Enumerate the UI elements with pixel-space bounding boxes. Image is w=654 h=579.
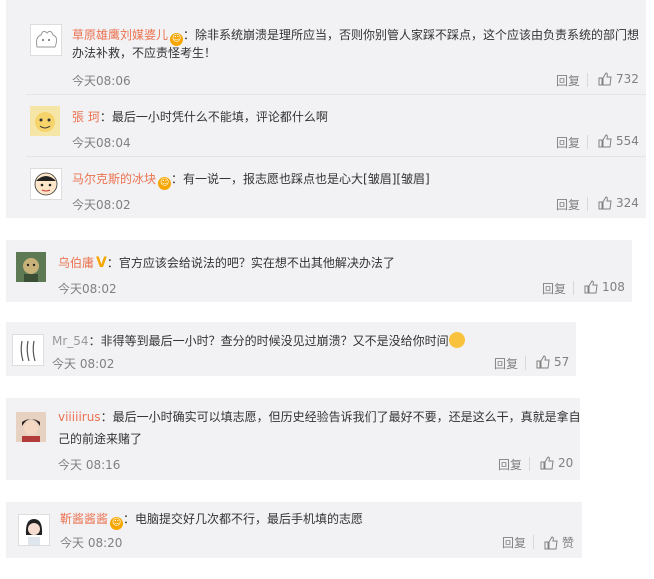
member-badge-icon: ☺ [158, 177, 172, 190]
reply-button[interactable]: 回复 [556, 134, 580, 151]
divider [26, 156, 646, 157]
comment-body: ：官方应该会给说法的吧？实在想不出其他解决办法了 [106, 256, 395, 270]
username-link[interactable]: 草原雄鹰刘媒婆儿 [72, 28, 168, 42]
like-count: 20 [558, 456, 574, 470]
reply-button[interactable]: 回复 [556, 196, 580, 213]
like-button[interactable]: 554 [598, 134, 639, 148]
username-link[interactable]: viiiiirus [58, 410, 101, 424]
avatar[interactable] [12, 334, 44, 366]
comment-body: ：最后一小时凭什么不能填，评论都什么啊 [99, 110, 328, 124]
thumbs-up-icon [598, 196, 612, 210]
username-link[interactable]: 马尔克斯的冰块 [72, 172, 156, 186]
comment-card: 乌伯庸 V：官方应该会给说法的吧？实在想不出其他解决办法了 今天08:02 回复 … [6, 240, 632, 302]
reply-button[interactable]: 回复 [556, 72, 580, 89]
timestamp: 今天08:04 [72, 136, 131, 150]
comment-body: ：有一说一，报志愿也踩点也是心大[皱眉][皱眉] [171, 172, 430, 186]
comment-card: 靳酱酱酱 ☺ ：电脑提交好几次都不行，最后手机填的志愿 今天 08:20 回复 赞 [6, 502, 582, 558]
comment-card: Mr_54：非得等到最后一小时？查分的时候没见过崩溃？又不是没给你时间 今天 0… [6, 322, 576, 376]
thumbs-up-icon [540, 456, 554, 470]
username-link[interactable]: 乌伯庸 [58, 256, 94, 270]
avatar[interactable] [16, 412, 46, 442]
timestamp: 今天08:06 [72, 74, 131, 88]
comment-card: viiiiirus：最后一小时确实可以填志愿，但历史经验告诉我们了最好不要，还是… [6, 398, 581, 480]
username-link[interactable]: Mr_54 [52, 334, 89, 348]
divider [587, 135, 588, 149]
like-button[interactable]: 20 [540, 456, 573, 470]
comment-body: ：最后一小时确实可以填志愿，但历史经验告诉我们了最好不要，还是这么干，真就是拿自 [100, 410, 581, 424]
divider [525, 356, 526, 370]
like-count: 554 [616, 134, 639, 148]
member-badge-icon: ☺ [110, 517, 124, 530]
comment-text: 靳酱酱酱 ☺ ：电脑提交好几次都不行，最后手机填的志愿 [60, 510, 363, 530]
like-button[interactable]: 赞 [544, 534, 574, 551]
like-count: 57 [554, 355, 570, 369]
username-link[interactable]: 張 珂 [72, 110, 100, 124]
avatar[interactable] [16, 252, 46, 282]
comment-text: 乌伯庸 V：官方应该会给说法的吧？实在想不出其他解决办法了 [58, 254, 395, 272]
like-count: 108 [602, 280, 625, 294]
avatar[interactable] [30, 106, 60, 136]
like-count: 赞 [562, 536, 575, 550]
timestamp: 今天 08:20 [60, 536, 123, 550]
like-button[interactable]: 324 [598, 196, 639, 210]
verified-v-icon: V [96, 255, 107, 271]
thumbs-up-icon [598, 72, 612, 86]
comment-body-continued: 办法补救，不应责怪考生！ [72, 46, 217, 60]
timestamp: 今天 08:02 [52, 357, 115, 371]
like-button[interactable]: 108 [584, 280, 625, 294]
thumbs-up-icon [536, 355, 550, 369]
divider [533, 535, 534, 549]
comment-text: viiiiirus：最后一小时确实可以填志愿，但历史经验告诉我们了最好不要，还是… [58, 408, 581, 426]
like-count: 324 [616, 196, 639, 210]
thumbs-up-icon [598, 134, 612, 148]
divider [587, 197, 588, 211]
timestamp: 今天 08:16 [58, 458, 121, 472]
smile-emoji-icon [448, 332, 465, 348]
comment-body: ：除非系统崩溃是理所应当，否则你别管人家踩不踩点，这个应该由负责系统的部门想 [183, 28, 640, 42]
reply-button[interactable]: 回复 [494, 355, 518, 372]
like-button[interactable]: 57 [536, 355, 569, 369]
thumbs-up-icon [584, 280, 598, 294]
timestamp: 今天08:02 [58, 282, 117, 296]
like-button[interactable]: 732 [598, 72, 639, 86]
comment-body-continued: 己的前途来赌了 [58, 432, 143, 446]
comment-text: 马尔克斯的冰块 ☺ ：有一说一，报志愿也踩点也是心大[皱眉][皱眉] [72, 170, 430, 190]
like-count: 732 [616, 72, 639, 86]
divider [529, 457, 530, 471]
comment-body: ：电脑提交好几次都不行，最后手机填的志愿 [123, 512, 364, 526]
divider [26, 94, 646, 95]
timestamp: 今天08:02 [72, 198, 131, 212]
comment-text: Mr_54：非得等到最后一小时？查分的时候没见过崩溃？又不是没给你时间 [52, 332, 465, 350]
divider [587, 73, 588, 87]
avatar[interactable] [18, 514, 50, 546]
username-link[interactable]: 靳酱酱酱 [60, 512, 108, 526]
avatar[interactable] [30, 168, 62, 200]
comment-card-group: 草原雄鹰刘媒婆儿 ☺ ：除非系统崩溃是理所应当，否则你别管人家踩不踩点，这个应该由负… [6, 0, 646, 218]
comment-text: 草原雄鹰刘媒婆儿 ☺ ：除非系统崩溃是理所应当，否则你别管人家踩不踩点，这个应该由负… [72, 26, 639, 46]
reply-button[interactable]: 回复 [498, 456, 522, 473]
comment-text: 張 珂：最后一小时凭什么不能填，评论都什么啊 [72, 108, 328, 126]
comment-body: ：非得等到最后一小时？查分的时候没见过崩溃？又不是没给你时间 [88, 334, 449, 348]
reply-button[interactable]: 回复 [502, 534, 526, 551]
avatar[interactable] [30, 24, 62, 56]
thumbs-up-icon [544, 535, 558, 549]
divider [573, 281, 574, 295]
reply-button[interactable]: 回复 [542, 280, 566, 297]
